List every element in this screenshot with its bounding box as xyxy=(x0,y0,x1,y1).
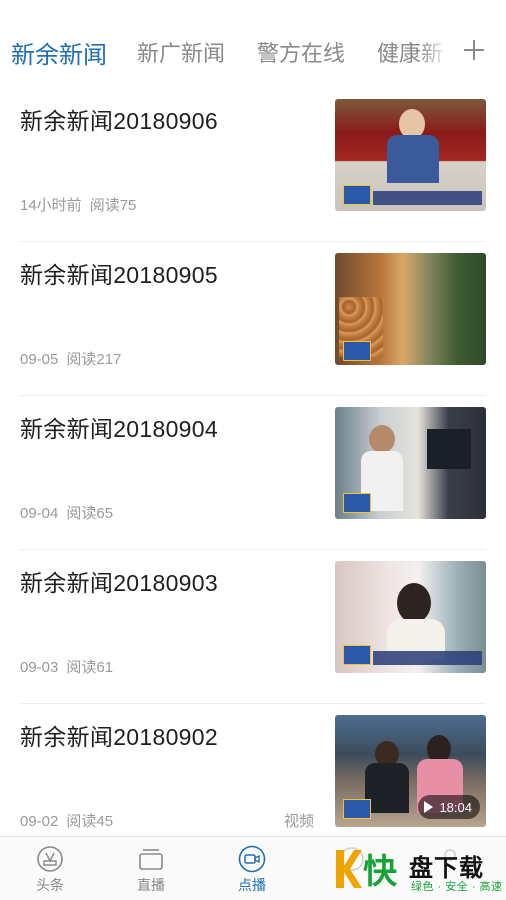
watermark-brand: 快 xyxy=(363,853,397,891)
nav-label: 直播 xyxy=(137,877,165,893)
caption-bar xyxy=(373,651,482,665)
plus-icon[interactable] xyxy=(462,38,486,62)
tab-police-online[interactable]: 警方在线 xyxy=(257,36,345,68)
news-read-count: 阅读65 xyxy=(66,505,114,522)
news-read-count: 阅读61 xyxy=(66,659,114,676)
news-meta: 09-04 阅读65 xyxy=(20,502,113,523)
news-read-count: 阅读75 xyxy=(89,197,137,214)
news-title: 新余新闻20180905 xyxy=(20,262,218,288)
nav-live[interactable]: 直播 xyxy=(121,845,181,895)
video-camera-icon xyxy=(238,845,266,873)
news-title: 新余新闻20180903 xyxy=(20,570,218,596)
video-tag: 视频 xyxy=(284,813,315,830)
news-time: 14小时前 xyxy=(20,197,82,214)
anchor-body xyxy=(387,135,439,183)
news-title: 新余新闻20180902 xyxy=(20,724,218,750)
news-read-count: 阅读217 xyxy=(66,351,122,368)
news-title: 新余新闻20180906 xyxy=(20,108,218,134)
interviewee-head xyxy=(397,583,431,623)
tab-xinguang-news[interactable]: 新广新闻 xyxy=(137,36,225,68)
monitor xyxy=(427,429,471,469)
channel-logo xyxy=(343,799,371,819)
news-item[interactable]: 新余新闻20180906 14小时前 阅读75 xyxy=(0,88,506,242)
channel-tab-bar: 新余新闻 新广新闻 警方在线 健康新 xyxy=(0,0,506,88)
news-item[interactable]: 新余新闻20180904 09-04 阅读65 xyxy=(0,396,506,550)
news-meta: 09-03 阅读61 xyxy=(20,656,113,677)
headline-icon xyxy=(37,846,63,872)
channel-logo xyxy=(343,645,371,665)
news-thumbnail xyxy=(335,253,486,365)
video-duration: 18:04 xyxy=(439,799,472,815)
news-list: 新余新闻20180906 14小时前 阅读75 新余新闻20180905 09-0… xyxy=(0,88,506,830)
news-meta: 09-02 阅读45 xyxy=(20,810,113,831)
watermark-logo-icon xyxy=(336,850,362,888)
play-icon xyxy=(424,801,434,813)
news-title: 新余新闻20180904 xyxy=(20,416,218,442)
live-tv-icon xyxy=(139,849,163,870)
video-duration-badge[interactable]: 18:04 xyxy=(418,795,480,819)
news-thumbnail xyxy=(335,407,486,519)
news-time: 09-04 xyxy=(20,505,59,522)
person-left-body xyxy=(365,763,409,813)
news-item[interactable]: 新余新闻20180902 09-02 阅读45 视频 18:04 xyxy=(0,704,506,858)
tab-overflow-fade xyxy=(420,30,450,70)
news-meta: 09-05 阅读217 xyxy=(20,348,121,369)
watermark: 快 盘下载 绿色 · 安全 · 高速 xyxy=(333,842,503,898)
news-time: 09-05 xyxy=(20,351,59,368)
tab-xinyu-news[interactable]: 新余新闻 xyxy=(11,35,107,70)
news-time: 09-02 xyxy=(20,813,59,830)
worker-figure xyxy=(369,425,395,453)
channel-logo xyxy=(343,185,371,205)
news-read-count: 阅读45 xyxy=(66,813,114,830)
watermark-slogan: 绿色 · 安全 · 高速 xyxy=(411,881,503,893)
caption-bar xyxy=(373,191,482,205)
news-thumbnail xyxy=(335,561,486,673)
news-time: 09-03 xyxy=(20,659,59,676)
news-thumbnail: 18:04 xyxy=(335,715,486,827)
news-item[interactable]: 新余新闻20180903 09-03 阅读61 xyxy=(0,550,506,704)
news-thumbnail xyxy=(335,99,486,211)
nav-label: 头条 xyxy=(36,877,64,893)
news-item[interactable]: 新余新闻20180905 09-05 阅读217 xyxy=(0,242,506,396)
nav-headline[interactable]: 头条 xyxy=(20,845,80,895)
nav-vod[interactable]: 点播 xyxy=(222,845,282,895)
nav-label: 点播 xyxy=(238,877,266,893)
channel-logo xyxy=(343,341,371,361)
channel-logo xyxy=(343,493,371,513)
news-meta: 14小时前 阅读75 xyxy=(20,194,136,215)
